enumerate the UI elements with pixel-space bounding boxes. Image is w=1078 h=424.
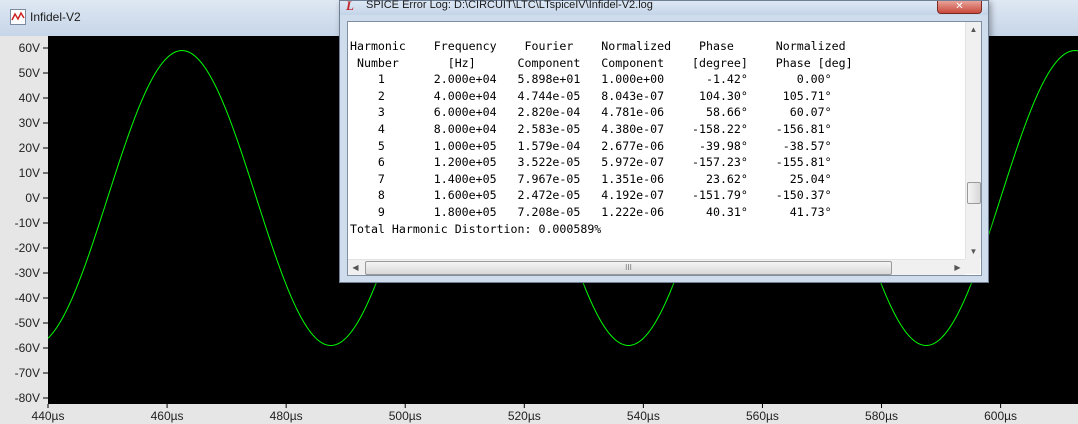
log-line: 7 1.400e+05 7.967e-05 1.351e-06 23.62° 2… [350,171,832,186]
y-tick-label: 50V [19,66,40,80]
scroll-down-icon[interactable]: ▼ [966,244,981,259]
log-line: Total Harmonic Distortion: 0.000589% [350,221,602,236]
x-tick-label: 600µs [984,409,1017,423]
x-tick-label: 460µs [151,409,184,423]
y-tick-label: -70V [15,366,40,380]
scroll-right-icon[interactable]: ▶ [950,260,965,275]
y-tick-label: -40V [15,291,40,305]
x-tick-label: 580µs [865,409,898,423]
log-line: 3 6.000e+04 2.820e-04 4.781e-06 58.66° 6… [350,105,832,120]
x-tick-label: 540µs [627,409,660,423]
log-line: 1 2.000e+04 5.898e+01 1.000e+00 -1.42° 0… [350,72,832,87]
waveform-window-title: Infidel-V2 [30,10,81,24]
horizontal-scrollbar[interactable]: ◀ III ▶ [348,259,965,275]
y-tick-label: 40V [19,91,40,105]
y-axis: 60V 50V 40V 30V 20V 10V 0V -10V -20V -30V -40V -50V… [15,41,48,405]
scroll-up-icon[interactable]: ▲ [966,22,981,37]
x-tick-label: 500µs [389,409,422,423]
close-button[interactable]: ✕ [937,1,982,14]
vertical-scrollbar[interactable]: ▲ ▼ [965,22,981,259]
log-titlebar[interactable]: L SPICE Error Log: D:\CIRCUIT\LTC\LTspic… [340,0,988,15]
log-line: 8 1.600e+05 2.472e-05 4.192e-07 -151.79°… [350,188,832,203]
y-tick-label: 20V [19,141,40,155]
size-grip[interactable] [965,259,980,274]
log-content-pane[interactable]: Harmonic Frequency Fourier Normalized Ph… [347,21,982,276]
horizontal-scroll-thumb[interactable]: III [365,261,892,275]
y-tick-label: -50V [15,316,40,330]
y-tick-label: 30V [19,116,40,130]
x-tick-label: 440µs [32,409,65,423]
y-tick-label: -10V [15,216,40,230]
scroll-left-icon[interactable]: ◀ [348,260,363,275]
log-text[interactable]: Harmonic Frequency Fourier Normalized Ph… [350,38,964,258]
vertical-scroll-thumb[interactable] [967,182,981,204]
x-tick-label: 480µs [270,409,303,423]
log-line: Harmonic Frequency Fourier Normalized Ph… [350,39,846,53]
y-tick-label: -30V [15,266,40,280]
spice-error-log-window: L SPICE Error Log: D:\CIRCUIT\LTC\LTspic… [339,0,989,283]
x-tick-label: 560µs [746,409,779,423]
log-line: 5 1.000e+05 1.579e-04 2.677e-06 -39.98° … [350,138,832,153]
log-line: Number [Hz] Component Component [degree]… [350,55,853,70]
waveform-icon [10,9,26,25]
log-window-title: SPICE Error Log: D:\CIRCUIT\LTC\LTspiceI… [366,0,653,11]
y-tick-label: -80V [15,391,40,405]
ltspice-logo-icon: L [346,0,354,13]
y-tick-label: -60V [15,341,40,355]
log-line: 4 8.000e+04 2.583e-05 4.380e-07 -158.22°… [350,121,832,136]
y-tick-label: -20V [15,241,40,255]
log-line: 6 1.200e+05 3.522e-05 5.972e-07 -157.23°… [350,155,832,170]
y-tick-label: 10V [19,166,40,180]
y-tick-label: 60V [19,41,40,55]
x-tick-label: 520µs [508,409,541,423]
x-axis: 440µs 460µs 480µs 500µs 520µs 540µs 560µs 580µs… [32,404,1017,423]
y-tick-label: 0V [25,191,40,205]
log-line: 9 1.800e+05 7.208e-05 1.222e-06 40.31° 4… [350,204,832,219]
log-line: 2 4.000e+04 4.744e-05 8.043e-07 104.30° … [350,88,832,103]
